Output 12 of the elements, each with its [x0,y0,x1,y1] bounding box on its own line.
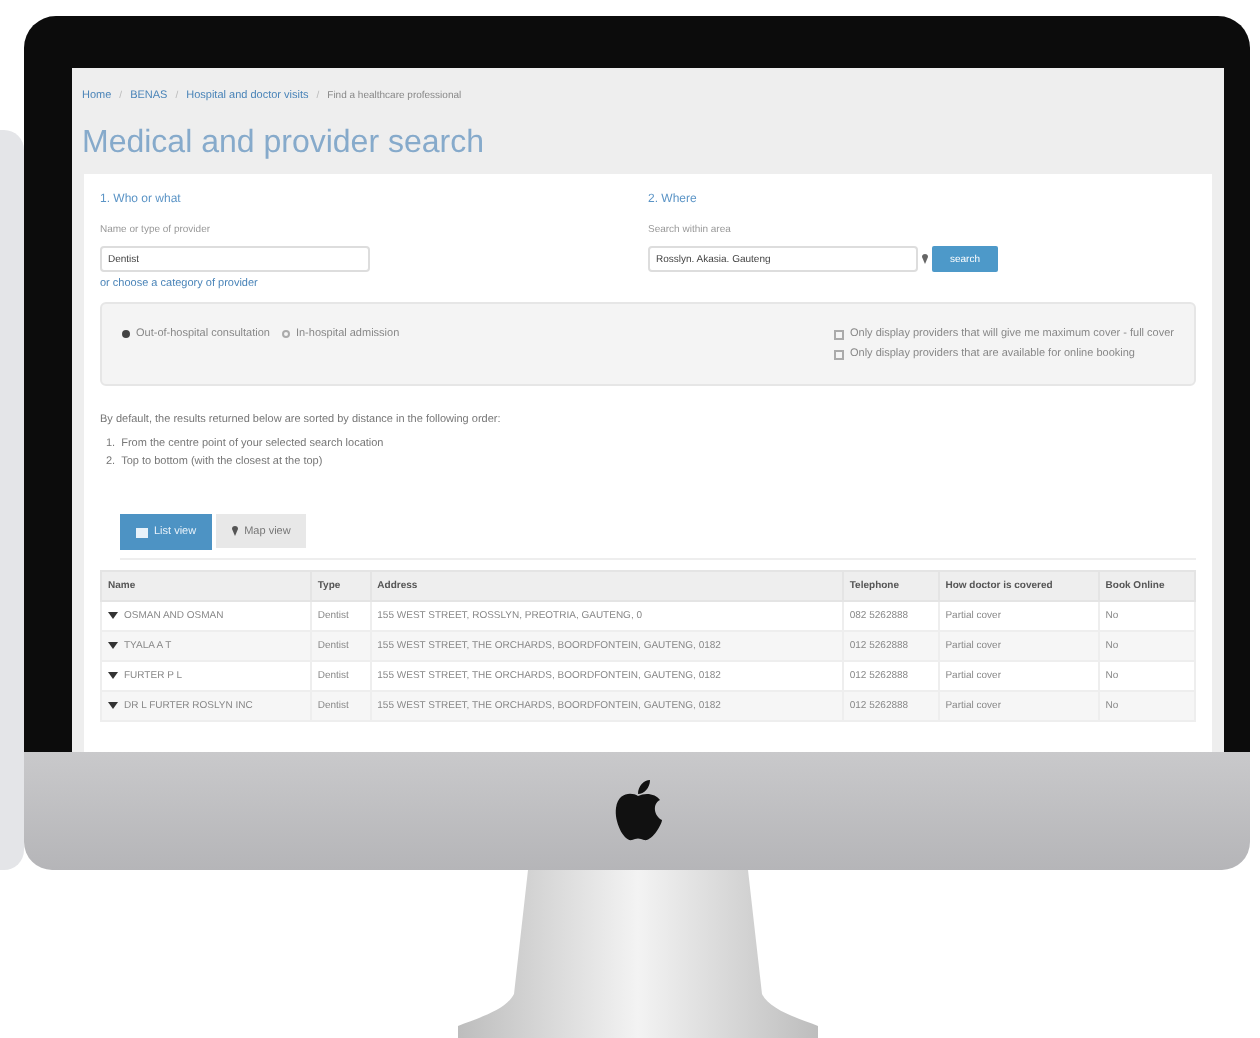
checkbox[interactable] [834,349,844,359]
radio-button[interactable] [122,330,130,338]
chevron-icon[interactable] [108,612,118,620]
checkbox[interactable] [834,329,844,339]
pin-icon [232,526,239,536]
chevron-icon[interactable] [108,642,118,650]
radio-button[interactable] [281,330,290,338]
chevron-icon[interactable] [108,672,118,680]
chevron-icon[interactable] [108,702,118,710]
page-title: Medical and provider search [82,126,486,162]
list-icon [136,527,148,537]
pin-icon [922,254,928,264]
